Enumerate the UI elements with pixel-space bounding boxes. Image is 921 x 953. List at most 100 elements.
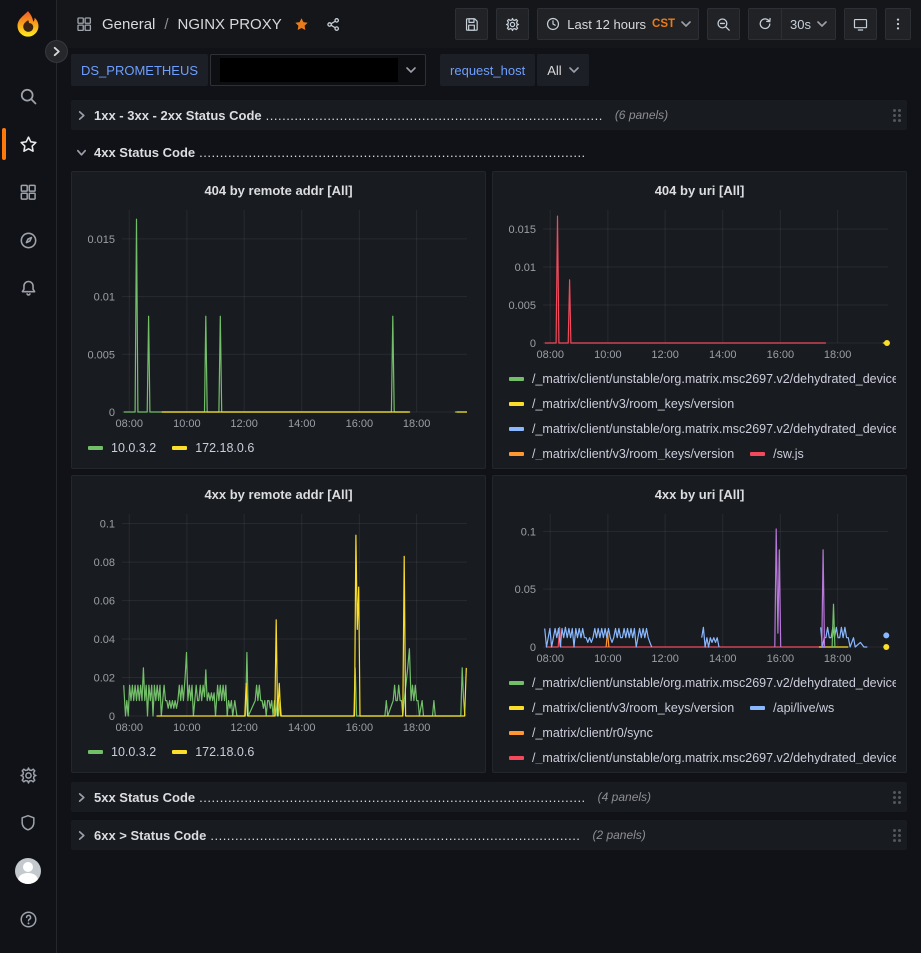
timeseries-chart[interactable]: 08:0010:0012:0014:0016:0018:0000.0050.01… [503,202,896,363]
sidebar-item-explore[interactable] [0,216,57,264]
row-header-4xx[interactable]: 4xx Status Code ........................… [71,139,907,165]
sidebar-item-starred[interactable] [0,120,57,168]
row-title: 5xx Status Code [94,790,195,805]
panel-4xx-by-remote-addr: 4xx by remote addr [All] 08:0010:0012:00… [71,475,486,773]
breadcrumb-folder[interactable]: General [102,16,155,33]
sidebar-collapse-button[interactable] [45,40,68,63]
legend-item[interactable]: 10.0.3.2 [88,739,156,764]
legend-swatch [509,756,524,760]
sidebar-item-configuration[interactable] [0,751,57,799]
panel-title[interactable]: 4xx by uri [All] [655,487,745,502]
grafana-logo-icon[interactable] [11,8,45,42]
chevron-down-icon [76,147,87,158]
legend-item[interactable]: 10.0.3.2 [88,435,156,460]
zoom-out-button[interactable] [707,8,740,40]
svg-text:0: 0 [530,338,536,350]
search-icon [18,86,39,107]
row-title-dots: ........................................… [266,108,603,123]
variable-ds-dropdown[interactable] [210,54,426,86]
row-header-5xx[interactable]: 5xx Status Code ........................… [71,782,907,812]
dashboard-settings-button[interactable] [496,8,529,40]
svg-text:08:00: 08:00 [536,349,564,361]
legend-label: /_matrix/client/unstable/org.matrix.msc2… [532,676,896,690]
timeseries-chart[interactable]: 08:0010:0012:0014:0016:0018:0000.020.040… [82,506,475,736]
chevron-right-icon [51,46,62,57]
kebab-menu-icon [890,16,906,32]
panel-4xx-by-uri: 4xx by uri [All] 08:0010:0012:0014:0016:… [492,475,907,773]
panel-header: 4xx by uri [All] [503,482,896,506]
variable-request-host-dropdown[interactable]: All [537,54,588,86]
legend-item[interactable]: /api/live/ws [750,695,834,720]
chevron-right-icon [76,830,87,841]
sidebar-item-profile[interactable] [0,847,57,895]
time-range-picker[interactable]: Last 12 hours CST [537,8,699,40]
legend-swatch [509,377,524,381]
refresh-picker: 30s [748,8,836,40]
variable-request-host: request_host All [440,54,589,86]
sidebar-item-search[interactable] [0,72,57,120]
svg-text:0: 0 [530,642,536,654]
sidebar-item-dashboards[interactable] [0,168,57,216]
legend-swatch [509,402,524,406]
chevron-right-icon [76,110,87,121]
panel-title[interactable]: 404 by remote addr [All] [204,183,352,198]
row-header-1xx-3xx-2xx[interactable]: 1xx - 3xx - 2xx Status Code ............… [71,100,907,130]
legend-item[interactable]: /sw.js [750,441,804,460]
svg-text:0.06: 0.06 [94,596,115,608]
chart-legend: /_matrix/client/unstable/org.matrix.msc2… [503,366,896,460]
timeseries-chart[interactable]: 08:0010:0012:0014:0016:0018:0000.050.1 [503,506,896,667]
legend-item[interactable]: /_matrix/client/unstable/org.matrix.msc2… [509,416,896,441]
dashboard-folder-icon[interactable] [75,15,93,33]
legend-item[interactable]: 172.18.0.6 [172,739,254,764]
zoom-out-icon [715,16,732,33]
favorite-star-icon[interactable] [293,16,310,33]
main-area: General / NGINX PROXY [57,0,921,953]
more-options-button[interactable] [885,8,911,40]
legend-item[interactable]: /_matrix/client/unstable/org.matrix.msc2… [509,670,896,695]
svg-text:0.05: 0.05 [515,584,536,596]
legend-label: /_matrix/client/v3/room_keys/version [532,701,734,715]
legend-item[interactable]: /_matrix/client/v3/room_keys/version [509,695,734,720]
row-header-6xx[interactable]: 6xx > Status Code ......................… [71,820,907,850]
svg-text:0.1: 0.1 [521,526,536,538]
variable-request-host-value: All [547,63,561,78]
legend-item[interactable]: 172.18.0.6 [172,435,254,460]
panel-404-by-remote-addr: 404 by remote addr [All] 08:0010:0012:00… [71,171,486,469]
share-icon[interactable] [325,16,342,33]
panel-title[interactable]: 404 by uri [All] [655,183,745,198]
svg-text:0: 0 [109,407,115,419]
save-dashboard-button[interactable] [455,8,488,40]
chart-legend: 10.0.3.2 172.18.0.6 [82,739,475,764]
sidebar-item-server-admin[interactable] [0,799,57,847]
breadcrumb-separator: / [164,16,168,33]
legend-item[interactable]: /_matrix/client/v3/room_keys/version [509,391,734,416]
row-drag-handle[interactable] [893,791,901,804]
panel-header: 404 by uri [All] [503,178,896,202]
legend-item[interactable]: /_matrix/client/unstable/org.matrix.msc2… [509,745,896,764]
row-title: 4xx Status Code [94,145,195,160]
row-drag-handle[interactable] [893,109,901,122]
breadcrumb-dashboard-title[interactable]: NGINX PROXY [178,16,282,33]
legend-swatch [509,681,524,685]
svg-text:0.005: 0.005 [87,349,115,361]
legend-label: /_matrix/client/v3/room_keys/version [532,397,734,411]
row-drag-handle[interactable] [893,829,901,842]
sidebar-item-help[interactable] [0,895,57,943]
variable-ds-prometheus: DS_PROMETHEUS [71,54,426,86]
timeseries-chart[interactable]: 08:0010:0012:0014:0016:0018:0000.0050.01… [82,202,475,432]
legend-label: /_matrix/client/unstable/org.matrix.msc2… [532,422,896,436]
svg-text:18:00: 18:00 [403,418,431,430]
svg-text:14:00: 14:00 [709,653,737,665]
legend-swatch [509,706,524,710]
svg-text:16:00: 16:00 [767,653,795,665]
refresh-button[interactable] [749,9,781,39]
legend-item[interactable]: /_matrix/client/r0/sync [509,720,653,745]
svg-text:0.005: 0.005 [508,300,536,312]
panel-title[interactable]: 4xx by remote addr [All] [204,487,352,502]
svg-text:0: 0 [109,711,115,723]
legend-item[interactable]: /_matrix/client/v3/room_keys/version [509,441,734,460]
cycle-view-mode-button[interactable] [844,8,877,40]
legend-item[interactable]: /_matrix/client/unstable/org.matrix.msc2… [509,366,896,391]
refresh-interval-dropdown[interactable]: 30s [781,9,835,39]
sidebar-item-alerting[interactable] [0,264,57,312]
